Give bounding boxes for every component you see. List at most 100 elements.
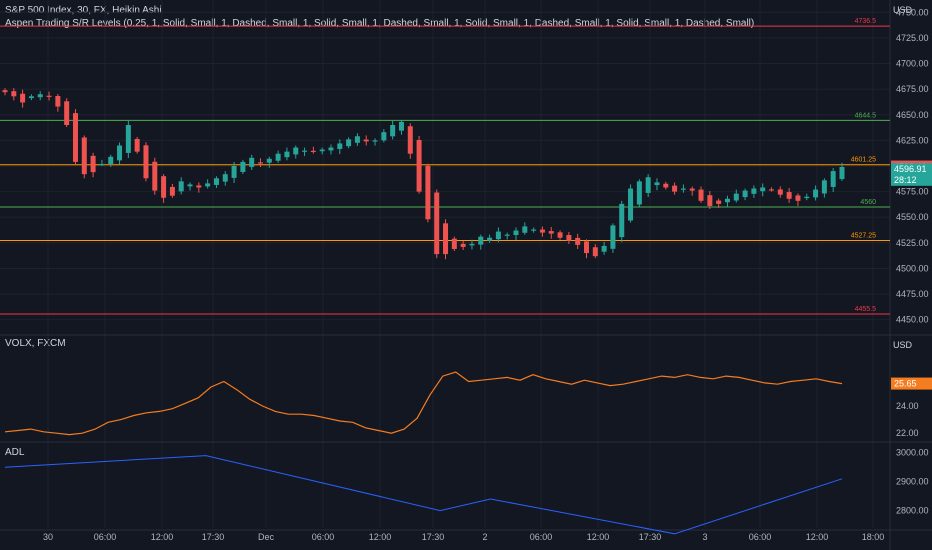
price-tick-label: 4750.00 — [896, 7, 929, 17]
volx-series-line — [4, 371, 843, 436]
candle-body — [231, 165, 237, 178]
candle-body — [346, 139, 352, 147]
price-tick-label: 4650.00 — [896, 110, 929, 120]
candle-body — [760, 187, 766, 192]
candle-body — [628, 188, 634, 221]
candle-body — [689, 188, 695, 191]
candle-body — [266, 158, 272, 163]
time-tick-label: 3 — [702, 532, 707, 542]
candle-body — [583, 241, 589, 254]
candle-body — [169, 186, 175, 196]
candle-body — [575, 237, 581, 245]
candle-body — [504, 234, 510, 236]
price-tick-label: 4475.00 — [896, 289, 929, 299]
candle-body — [90, 155, 96, 173]
price-tick-label: 4450.00 — [896, 315, 929, 325]
candle-body — [522, 226, 528, 233]
candle-body — [99, 163, 105, 166]
volx-tick-label: 22.00 — [896, 428, 919, 438]
price-tick-label: 4525.00 — [896, 238, 929, 248]
candle-body — [460, 243, 466, 247]
time-tick-label: 12:00 — [369, 532, 392, 542]
candle-body — [425, 165, 431, 220]
adl-series-line — [4, 455, 843, 535]
candle-body — [698, 189, 704, 201]
candle-body — [64, 101, 70, 126]
price-tick-label: 4725.00 — [896, 33, 929, 43]
candle-body — [724, 198, 730, 203]
candle-body — [152, 161, 158, 191]
sr-level-label: 4455.5 — [855, 306, 877, 313]
candle-body — [742, 190, 748, 198]
sr-level-label: 4560 — [860, 199, 876, 206]
candle-body — [46, 95, 52, 97]
candle-body — [487, 237, 493, 241]
candle-body — [751, 188, 757, 194]
candle-body — [258, 162, 264, 164]
candle-body — [451, 238, 457, 249]
time-tick-label: 12:00 — [151, 532, 174, 542]
candle-body — [328, 147, 334, 151]
sr-level-label: 4736.5 — [855, 18, 877, 25]
candle-body — [302, 150, 308, 152]
candle-body — [830, 171, 836, 187]
candle-body — [222, 174, 228, 182]
time-tick-label: 17:30 — [639, 532, 662, 542]
candle-body — [769, 189, 775, 191]
time-tick-label: 06:00 — [749, 532, 772, 542]
candle-body — [381, 132, 387, 141]
volx-last-value-label: 25.65 — [894, 379, 917, 389]
candle-body — [513, 230, 519, 236]
candle-body — [839, 167, 845, 180]
candle-body — [125, 125, 131, 153]
candle-body — [443, 223, 449, 255]
candle-body — [337, 143, 343, 149]
candle-body — [548, 231, 554, 234]
volx-tick-label: 24.00 — [896, 401, 919, 411]
candle-body — [663, 183, 669, 188]
candle-body — [213, 178, 219, 185]
candle-body — [566, 235, 572, 241]
candle-body — [319, 149, 325, 152]
candle-body — [407, 126, 413, 154]
candle-body — [539, 229, 545, 233]
candle-body — [178, 181, 184, 192]
candle-body — [37, 94, 43, 98]
price-tick-label: 4500.00 — [896, 263, 929, 273]
candle-body — [293, 147, 299, 155]
candle-body — [478, 236, 484, 245]
time-tick-label: Dec — [258, 532, 275, 542]
candle-body — [601, 245, 607, 252]
candle-body — [619, 203, 625, 238]
time-tick-label: 12:00 — [806, 532, 829, 542]
candle-body — [610, 225, 616, 249]
candle-body — [72, 113, 78, 162]
candle-body — [55, 96, 61, 107]
candle-body — [363, 139, 369, 142]
price-tag-label: 4596.91 — [894, 164, 927, 174]
candle-body — [398, 121, 404, 131]
candle-body — [557, 232, 563, 238]
sr-level-label: 4601.25 — [851, 157, 876, 164]
candle-body — [416, 139, 422, 192]
time-tick-label: 06:00 — [312, 532, 335, 542]
time-tick-label: 17:30 — [202, 532, 225, 542]
candle-body — [495, 231, 501, 240]
candle-body — [117, 145, 123, 161]
candle-body — [733, 193, 739, 201]
time-tick-label: 17:30 — [422, 532, 445, 542]
candle-body — [821, 180, 827, 194]
candle-body — [310, 150, 316, 153]
candle-body — [636, 181, 642, 205]
sr-level-label: 4644.5 — [855, 112, 877, 119]
candle-body — [284, 151, 290, 158]
stock-chart[interactable]: 4736.5 4644.5 4601.25 4560 4527.25 4455.5 4450… — [0, 0, 932, 550]
time-tick-label: 2 — [482, 532, 487, 542]
candle-body — [108, 156, 114, 164]
candle-body — [786, 192, 792, 199]
candle-body — [205, 183, 211, 187]
price-tag-label: 28:12 — [894, 175, 917, 185]
candle-body — [249, 157, 255, 167]
candle-body — [372, 140, 378, 142]
candle-body — [134, 138, 140, 152]
